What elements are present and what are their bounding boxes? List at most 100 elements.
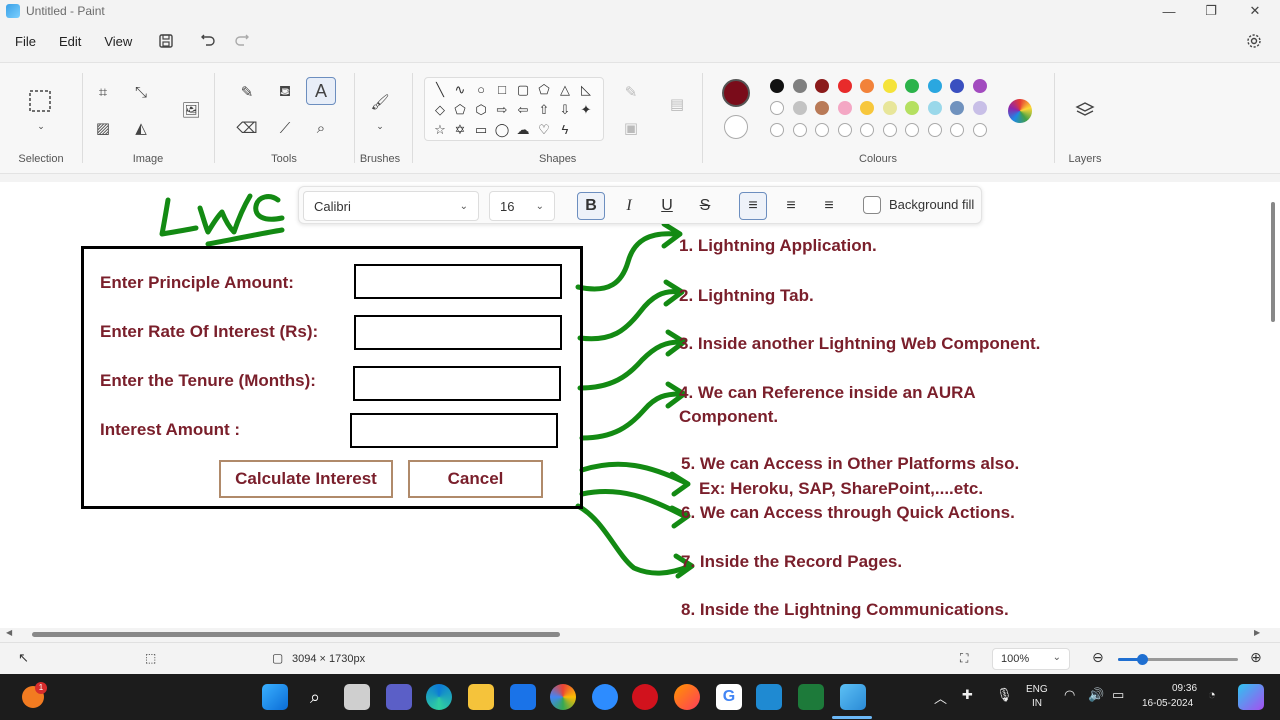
align-left-button[interactable]: ≡ bbox=[739, 192, 767, 220]
fill-bucket-icon[interactable]: ⛾ bbox=[274, 81, 296, 103]
colour-swatch[interactable] bbox=[815, 79, 829, 93]
chevron-down-icon[interactable]: ⌄ bbox=[369, 115, 391, 137]
underline-button[interactable]: U bbox=[653, 192, 681, 220]
start-windows-icon[interactable] bbox=[262, 684, 288, 710]
colour-swatch[interactable] bbox=[950, 79, 964, 93]
menu-view[interactable]: View bbox=[96, 34, 140, 49]
custom-colour-slot[interactable] bbox=[972, 123, 987, 137]
fill-icon[interactable]: ▤ bbox=[666, 93, 688, 115]
colour-swatch[interactable] bbox=[882, 79, 897, 93]
scroll-right-icon[interactable]: ▶ bbox=[1254, 628, 1260, 637]
undo-icon[interactable] bbox=[194, 27, 222, 55]
heart-shape-icon[interactable]: ♡ bbox=[535, 122, 553, 138]
text-tool-icon[interactable]: A bbox=[306, 77, 336, 105]
save-icon[interactable] bbox=[152, 27, 180, 55]
colour-swatch[interactable] bbox=[860, 79, 874, 93]
right-triangle-shape-icon[interactable]: ◺ bbox=[577, 82, 595, 98]
remove-background-icon[interactable]: ▨ bbox=[92, 117, 114, 139]
right-arrow-shape-icon[interactable]: ⇨ bbox=[493, 102, 511, 118]
five-point-star-shape-icon[interactable]: ☆ bbox=[431, 122, 449, 138]
rectangle-select-icon[interactable] bbox=[29, 90, 51, 112]
scroll-left-icon[interactable]: ◀ bbox=[6, 628, 12, 637]
task-view-icon[interactable] bbox=[344, 684, 370, 710]
custom-colour-slot[interactable] bbox=[927, 123, 942, 137]
colour-swatch[interactable] bbox=[770, 101, 784, 115]
diamond-shape-icon[interactable]: ◇ bbox=[431, 102, 449, 118]
minimize-button[interactable]: — bbox=[1146, 0, 1192, 22]
horizontal-scrollbar[interactable]: ◀ ▶ bbox=[0, 628, 1280, 640]
custom-colour-slot[interactable] bbox=[770, 123, 784, 137]
left-arrow-shape-icon[interactable]: ⇦ bbox=[514, 102, 532, 118]
zoom-in-icon[interactable]: ⊕ bbox=[1250, 649, 1262, 666]
polygon-shape-icon[interactable]: ⬠ bbox=[535, 82, 553, 98]
triangle-shape-icon[interactable]: △ bbox=[556, 82, 574, 98]
custom-colour-slot[interactable] bbox=[882, 123, 897, 137]
brush-icon[interactable]: 🖌 bbox=[369, 91, 391, 113]
horizontal-scroll-thumb[interactable] bbox=[32, 632, 560, 637]
chevron-down-icon[interactable]: ⌄ bbox=[30, 115, 52, 137]
shape-style-icon[interactable]: ▣ bbox=[620, 117, 642, 139]
chrome-icon[interactable] bbox=[550, 684, 576, 710]
four-point-star-shape-icon[interactable]: ✦ bbox=[577, 102, 595, 118]
magnifier-icon[interactable]: ⌕ bbox=[310, 117, 332, 139]
volume-icon[interactable]: 🔊 bbox=[1088, 687, 1104, 703]
tray-app-icon[interactable]: ✚ bbox=[962, 687, 973, 703]
custom-colour-slot[interactable] bbox=[950, 123, 964, 137]
language-bottom[interactable]: IN bbox=[1032, 698, 1042, 709]
align-right-button[interactable]: ≡ bbox=[815, 192, 843, 220]
callout-cloud-shape-icon[interactable]: ☁ bbox=[514, 122, 532, 138]
hexagon-shape-icon[interactable]: ⬡ bbox=[472, 102, 490, 118]
menu-file[interactable]: File bbox=[7, 34, 44, 49]
line-shape-icon[interactable]: ╲ bbox=[431, 82, 449, 98]
opera-icon[interactable] bbox=[632, 684, 658, 710]
six-point-star-shape-icon[interactable]: ✡ bbox=[451, 122, 469, 138]
colour-swatch[interactable] bbox=[882, 101, 897, 115]
edge-browser-icon[interactable] bbox=[426, 684, 452, 710]
notifications-icon[interactable]: ◔ bbox=[1208, 687, 1216, 702]
close-button[interactable]: ✕ bbox=[1232, 0, 1278, 22]
settings-gear-icon[interactable] bbox=[1240, 27, 1268, 55]
rotate-icon[interactable]: ◭ bbox=[130, 117, 152, 139]
clock-date[interactable]: 16-05-2024 bbox=[1142, 698, 1193, 709]
eraser-icon[interactable]: ⌫ bbox=[236, 117, 258, 139]
excel-icon[interactable] bbox=[798, 684, 824, 710]
zoom-slider[interactable] bbox=[1118, 654, 1238, 665]
fit-to-window-icon[interactable]: ⛶ bbox=[960, 651, 968, 666]
callout-oval-shape-icon[interactable]: ◯ bbox=[493, 122, 511, 138]
font-size-dropdown[interactable]: 16 ⌄ bbox=[489, 191, 555, 221]
clock-time[interactable]: 09:36 bbox=[1172, 683, 1197, 694]
align-center-button[interactable]: ≡ bbox=[777, 192, 805, 220]
edit-colours-icon[interactable] bbox=[1008, 99, 1032, 123]
image-creator-icon[interactable]: 🖼 bbox=[180, 99, 202, 121]
curve-shape-icon[interactable]: ∿ bbox=[451, 82, 469, 98]
mysql-workbench-icon[interactable] bbox=[510, 684, 536, 710]
colour-swatch[interactable] bbox=[792, 79, 807, 93]
language-top[interactable]: ENG bbox=[1026, 684, 1048, 695]
search-icon[interactable]: ⌕ bbox=[302, 684, 328, 710]
maximize-button[interactable]: ❐ bbox=[1188, 0, 1234, 22]
bold-button[interactable]: B bbox=[577, 192, 605, 220]
wifi-icon[interactable]: ◠ bbox=[1064, 687, 1075, 703]
show-hidden-icons-icon[interactable]: ︿ bbox=[934, 688, 947, 707]
italic-button[interactable]: I bbox=[615, 192, 643, 220]
custom-colour-slot[interactable] bbox=[815, 123, 829, 137]
font-family-dropdown[interactable]: Calibri ⌄ bbox=[303, 191, 479, 221]
zoom-slider-thumb[interactable] bbox=[1137, 654, 1148, 665]
up-arrow-shape-icon[interactable]: ⇧ bbox=[535, 102, 553, 118]
microphone-icon[interactable]: 🎙 bbox=[996, 687, 1013, 703]
menu-edit[interactable]: Edit bbox=[51, 34, 89, 49]
zoom-out-icon[interactable]: ⊖ bbox=[1092, 649, 1104, 666]
colour-swatch[interactable] bbox=[905, 79, 919, 93]
rectangle-shape-icon[interactable]: □ bbox=[493, 82, 511, 97]
colour-swatch[interactable] bbox=[950, 101, 964, 115]
custom-colour-slot[interactable] bbox=[792, 123, 807, 137]
zoom-dropdown[interactable]: 100% ⌄ bbox=[992, 648, 1070, 670]
color-picker-icon[interactable]: ⟋ bbox=[274, 117, 296, 139]
colour-swatch[interactable] bbox=[837, 79, 852, 93]
colour-swatch[interactable] bbox=[927, 101, 942, 115]
colour-swatch[interactable] bbox=[927, 79, 942, 93]
file-explorer-icon[interactable] bbox=[468, 684, 494, 710]
lightning-shape-icon[interactable]: ϟ bbox=[556, 122, 574, 137]
crop-icon[interactable]: ⌗ bbox=[92, 81, 114, 103]
zoom-app-icon[interactable] bbox=[592, 684, 618, 710]
